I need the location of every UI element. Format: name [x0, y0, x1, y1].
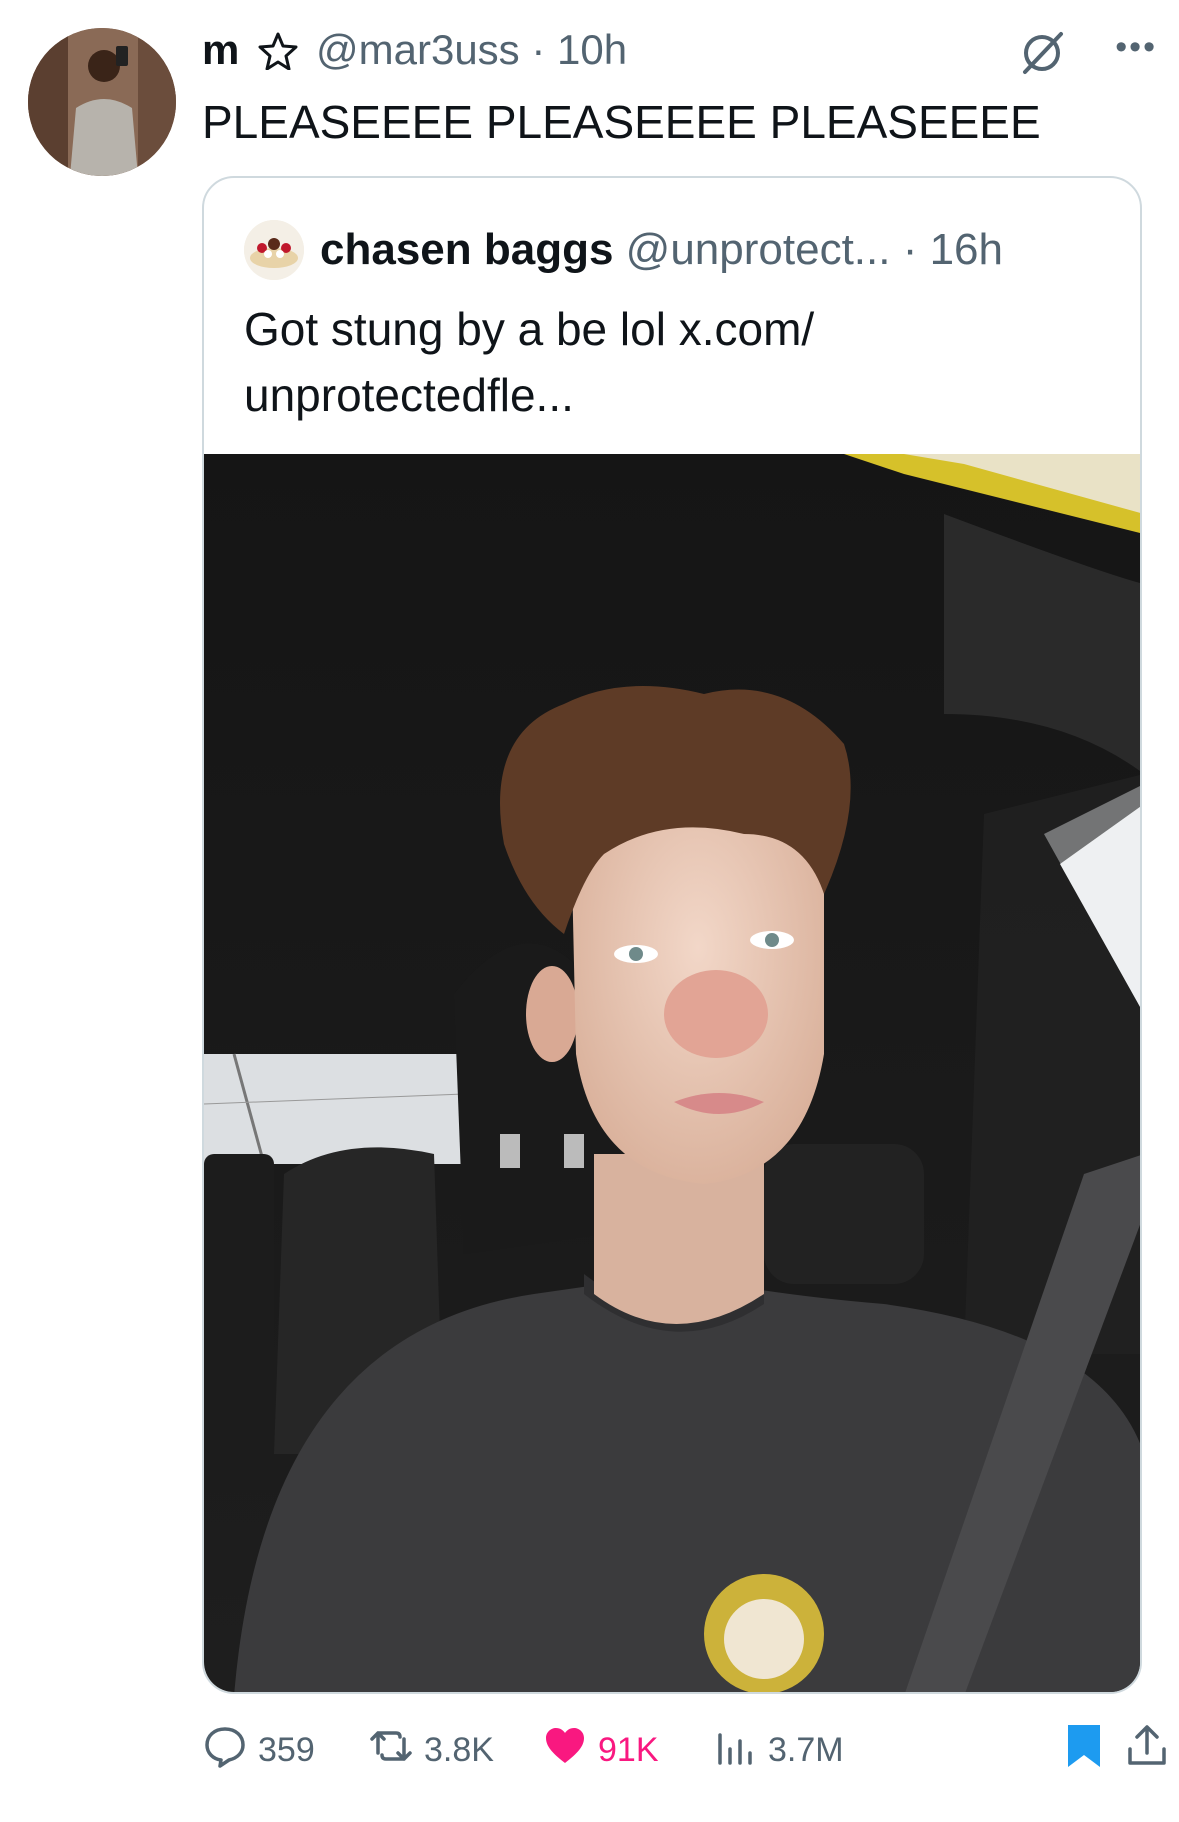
author-avatar[interactable]	[28, 28, 176, 176]
like-count: 91K	[598, 1730, 659, 1769]
quoted-handle-and-time[interactable]: @unprotect... · 16h	[626, 225, 1003, 274]
reply-icon	[202, 1723, 258, 1778]
views-chart-icon	[712, 1723, 768, 1778]
share-button[interactable]	[1124, 1718, 1179, 1782]
quoted-author-name[interactable]: chasen baggs	[320, 225, 613, 274]
star-icon	[258, 32, 298, 75]
share-icon	[1124, 1721, 1179, 1780]
tweet-actions: 359 3.8K 91K 3.7M	[202, 1718, 1166, 1782]
heart-icon	[542, 1723, 598, 1778]
tweet-text: PLEASEEEE PLEASEEEE PLEASEEEE	[202, 96, 1041, 148]
retweet-button[interactable]: 3.8K	[368, 1718, 494, 1782]
quoted-author-avatar[interactable]	[244, 220, 304, 280]
quoted-tweet[interactable]: chasen baggs @unprotect... · 16h Got stu…	[202, 176, 1142, 1694]
mute-icon[interactable]	[1019, 30, 1065, 81]
reply-button[interactable]: 359	[202, 1718, 315, 1782]
like-button[interactable]: 91K	[542, 1718, 659, 1782]
bookmark-icon	[1064, 1721, 1114, 1780]
reply-count: 359	[258, 1730, 315, 1769]
tweet-header: m @mar3uss · 10h •••	[202, 22, 1157, 82]
bookmark-button[interactable]	[1064, 1718, 1114, 1782]
quoted-tweet-photo[interactable]	[204, 454, 1140, 1692]
retweet-icon	[368, 1723, 424, 1778]
quoted-tweet-header: chasen baggs @unprotect... · 16h	[320, 222, 1003, 278]
author-name[interactable]: m	[202, 22, 239, 78]
views-button[interactable]: 3.7M	[712, 1718, 844, 1782]
views-count: 3.7M	[768, 1730, 844, 1769]
quoted-tweet-text: Got stung by a be lol x.com/ unprotected…	[244, 303, 815, 421]
more-options-icon[interactable]: •••	[1115, 28, 1157, 67]
author-handle-and-time[interactable]: @mar3uss · 10h	[316, 22, 627, 78]
retweet-count: 3.8K	[424, 1730, 494, 1769]
